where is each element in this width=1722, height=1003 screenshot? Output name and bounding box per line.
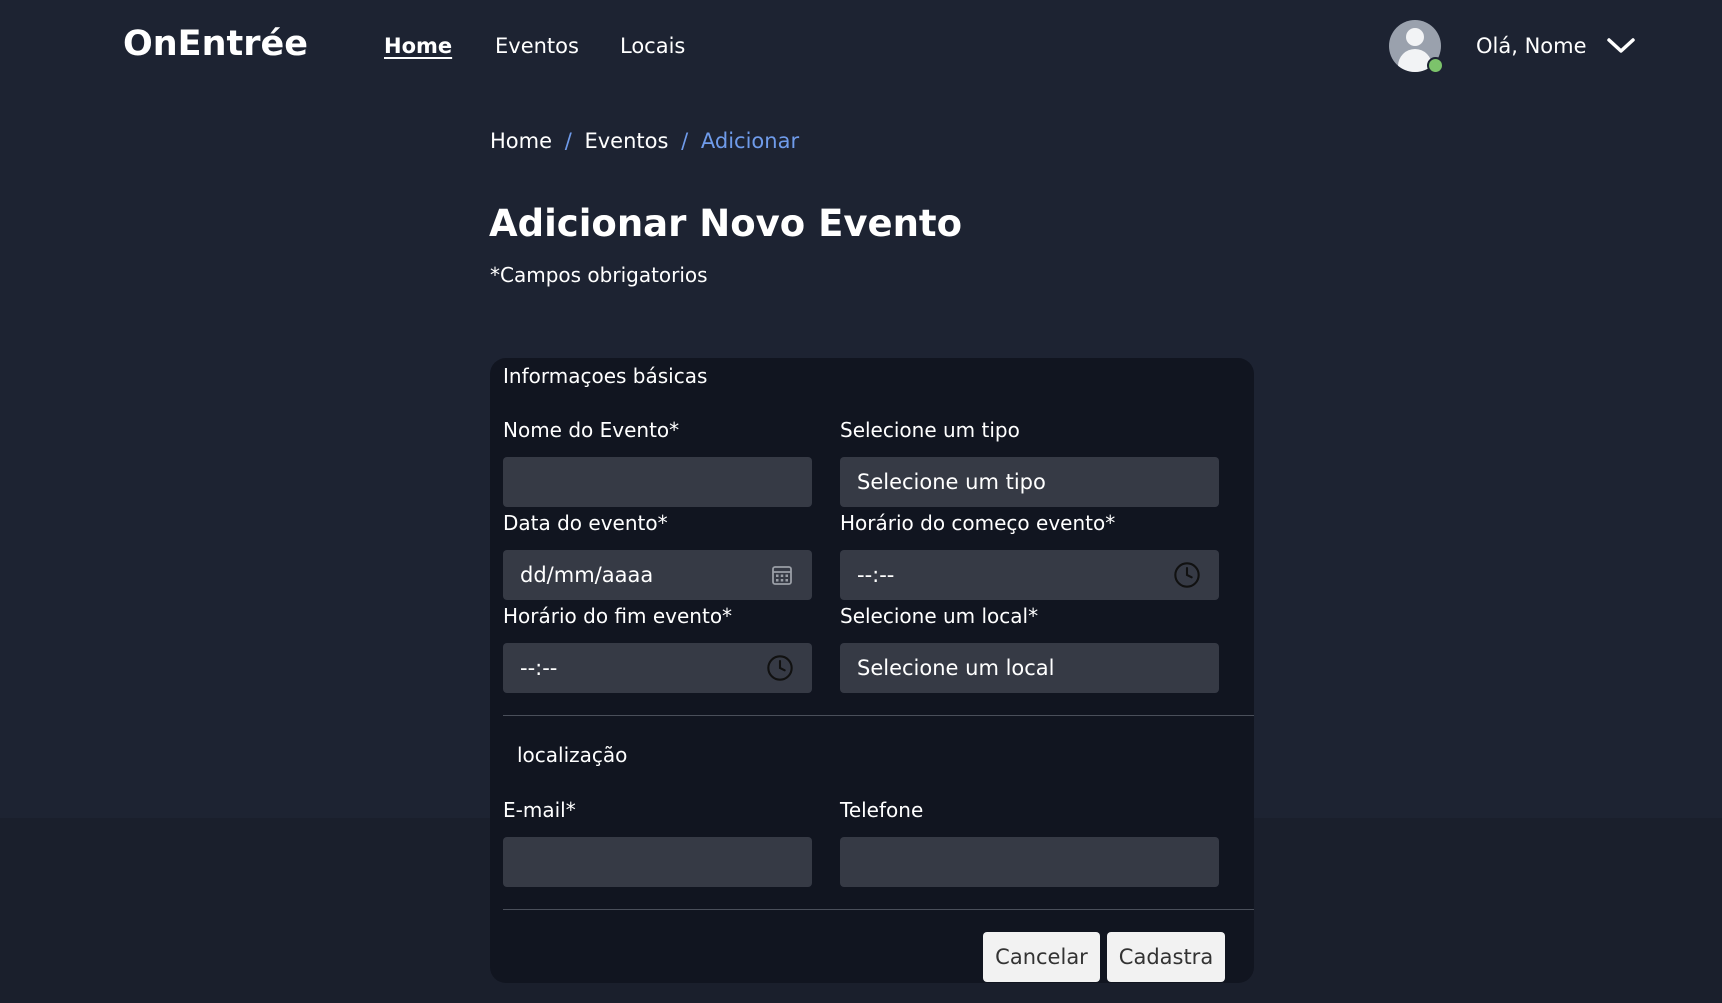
email-label: E-mail* <box>503 798 576 822</box>
event-date-label: Data do evento* <box>503 511 668 535</box>
end-time-input[interactable]: --:-- <box>503 643 812 693</box>
event-date-placeholder: dd/mm/aaaa <box>520 563 654 587</box>
nav-link-home[interactable]: Home <box>384 34 452 58</box>
navbar: OnEntrée Home Eventos Locais Olá, Nome <box>0 0 1722 95</box>
actions-divider <box>503 909 1254 910</box>
clock-icon[interactable] <box>1173 561 1201 589</box>
breadcrumb-current: Adicionar <box>700 129 800 153</box>
event-date-input[interactable]: dd/mm/aaaa <box>503 550 812 600</box>
calendar-icon[interactable] <box>770 563 794 587</box>
online-status-icon <box>1427 57 1444 74</box>
nav-link-locais[interactable]: Locais <box>620 34 685 58</box>
start-time-input[interactable]: --:-- <box>840 550 1219 600</box>
event-type-select[interactable]: Selecione um tipo <box>840 457 1219 507</box>
page: OnEntrée Home Eventos Locais Olá, Nome H… <box>0 0 1722 1003</box>
breadcrumb: Home / Eventos / Adicionar <box>490 129 805 153</box>
event-name-input[interactable] <box>503 457 812 507</box>
breadcrumb-separator: / <box>564 129 572 153</box>
section-title-basic-info: Informaçoes básicas <box>503 364 708 388</box>
location-select[interactable]: Selecione um local <box>840 643 1219 693</box>
end-time-placeholder: --:-- <box>520 656 558 680</box>
nav-link-eventos[interactable]: Eventos <box>495 34 579 58</box>
breadcrumb-separator: / <box>681 129 689 153</box>
breadcrumb-home[interactable]: Home <box>490 129 552 153</box>
required-fields-note: *Campos obrigatorios <box>490 263 708 287</box>
user-greeting[interactable]: Olá, Nome <box>1476 34 1587 58</box>
email-input[interactable] <box>503 837 812 887</box>
breadcrumb-eventos[interactable]: Eventos <box>584 129 668 153</box>
start-time-label: Horário do começo evento* <box>840 511 1116 535</box>
chevron-down-icon[interactable] <box>1606 35 1636 57</box>
section-title-location: localização <box>517 743 628 767</box>
event-type-label: Selecione um tipo <box>840 418 1020 442</box>
event-name-label: Nome do Evento* <box>503 418 680 442</box>
event-form-card: Informaçoes básicas Nome do Evento* Sele… <box>490 358 1254 983</box>
page-title: Adicionar Novo Evento <box>489 202 963 245</box>
phone-label: Telefone <box>840 798 924 822</box>
clock-icon[interactable] <box>766 654 794 682</box>
section-divider <box>503 715 1254 716</box>
phone-input[interactable] <box>840 837 1219 887</box>
submit-button[interactable]: Cadastra <box>1107 932 1225 982</box>
start-time-placeholder: --:-- <box>857 563 895 587</box>
location-label: Selecione um local* <box>840 604 1039 628</box>
end-time-label: Horário do fim evento* <box>503 604 733 628</box>
avatar-head <box>1406 28 1424 46</box>
cancel-button[interactable]: Cancelar <box>983 932 1100 982</box>
logo[interactable]: OnEntrée <box>123 24 308 64</box>
